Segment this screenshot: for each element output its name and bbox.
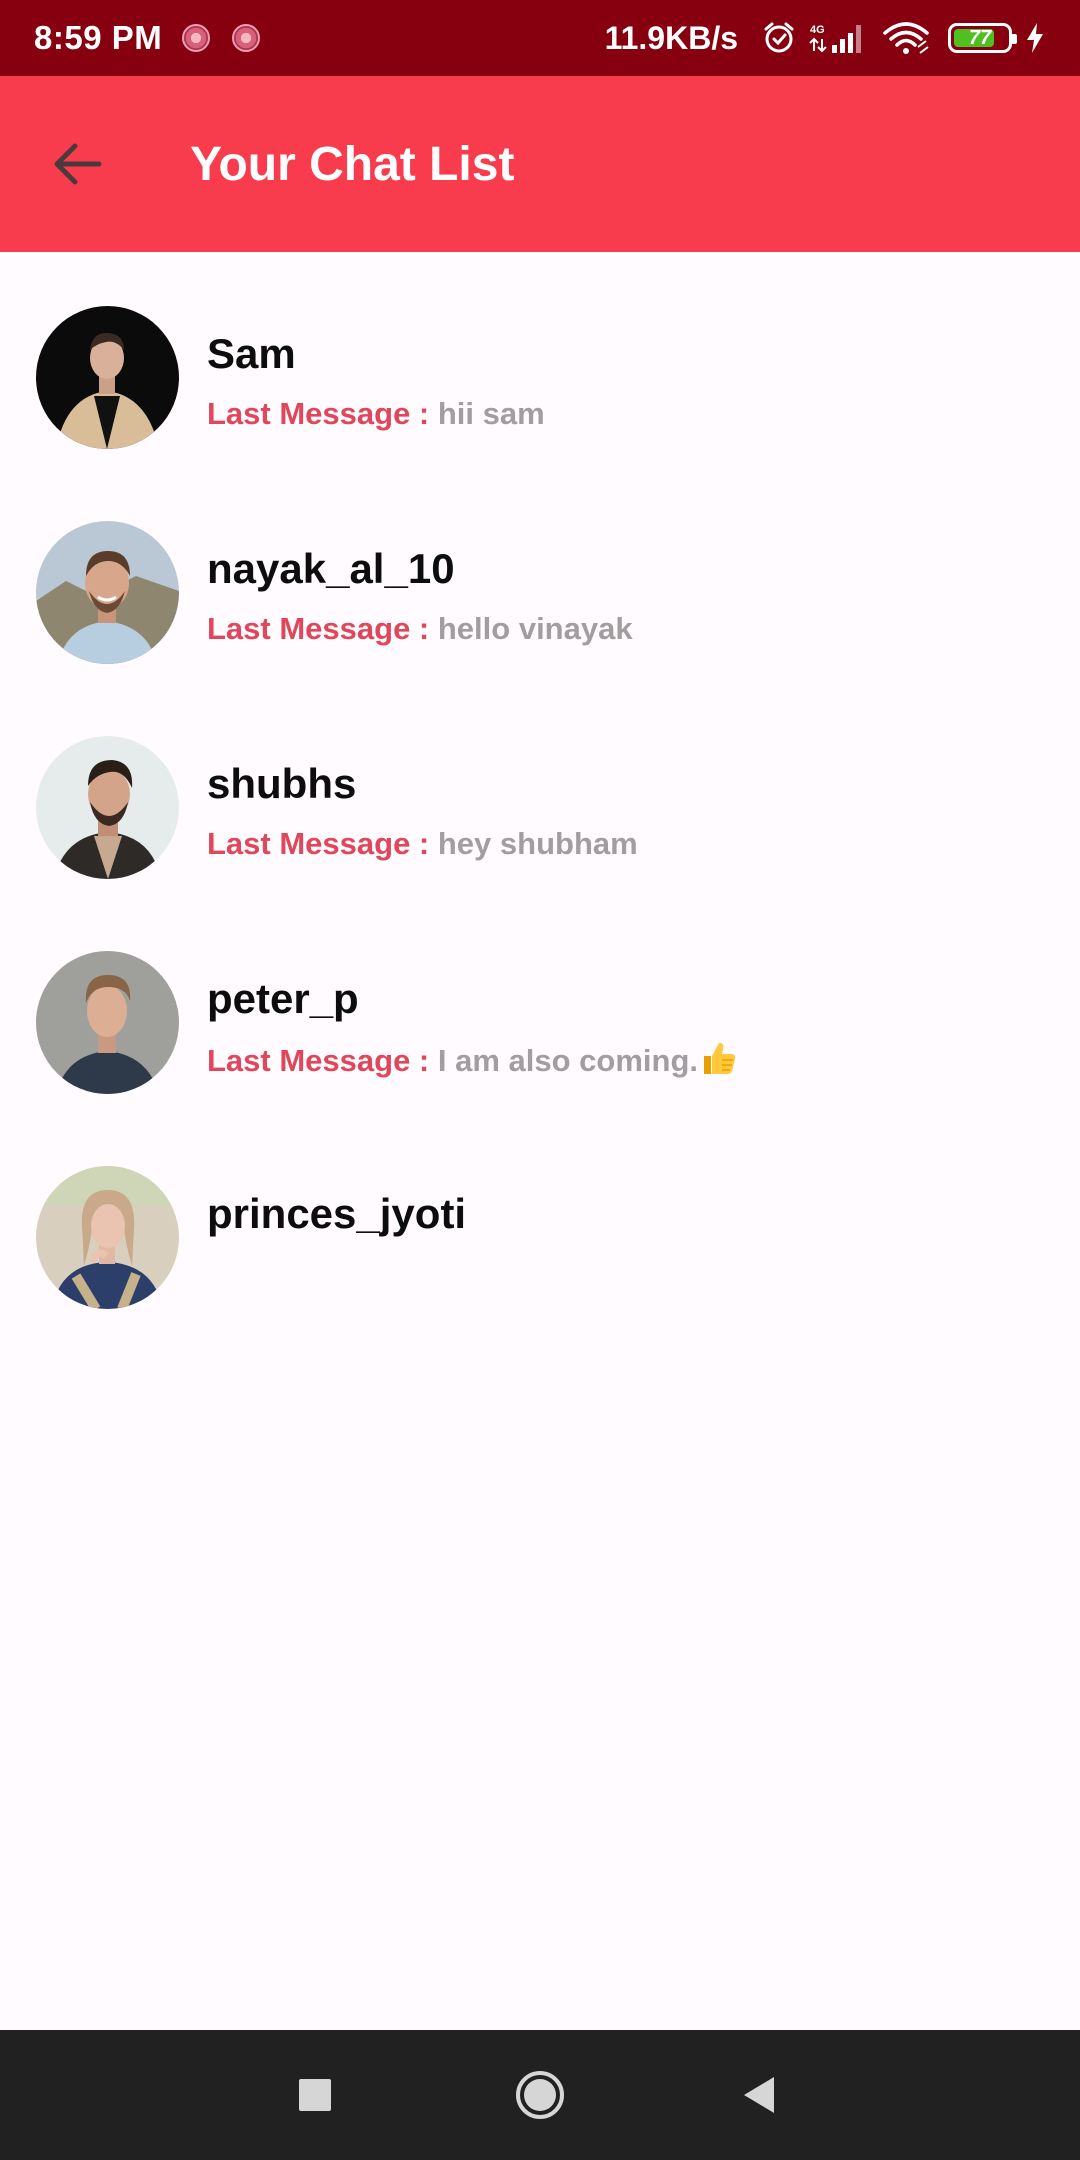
chat-text: shubhs Last Message : hey shubham	[207, 758, 638, 864]
app-bar: Your Chat List	[0, 76, 1080, 252]
notification-dot-icon	[182, 24, 211, 52]
battery-nub	[1012, 34, 1017, 44]
notification-dot-icon	[232, 24, 261, 52]
last-message-text: I am also coming.	[437, 1043, 698, 1078]
avatar	[36, 521, 179, 664]
last-message: Last Message : hii sam	[207, 394, 545, 434]
chat-item-sam[interactable]: Sam Last Message : hii sam	[0, 252, 1080, 467]
thumbs-up-icon	[700, 1039, 738, 1087]
avatar	[36, 306, 179, 449]
arrow-left-icon	[54, 143, 102, 185]
battery-icon: 77	[948, 23, 1017, 53]
avatar	[36, 736, 179, 879]
network-speed: 11.9KB/s	[604, 19, 738, 56]
avatar	[36, 1166, 179, 1309]
chat-item-peter-p[interactable]: peter_p Last Message : I am also coming.	[0, 897, 1080, 1112]
charging-icon	[1024, 21, 1046, 55]
network-type-label: 4G	[810, 24, 825, 36]
recents-square-icon	[299, 2079, 331, 2111]
chat-text: nayak_al_10 Last Message : hello vinayak	[207, 543, 633, 649]
last-message-label: Last Message :	[207, 396, 438, 431]
wifi-icon	[882, 21, 932, 55]
chat-name: nayak_al_10	[207, 545, 455, 592]
last-message: Last Message : hello vinayak	[207, 609, 633, 649]
page-title: Your Chat List	[190, 137, 515, 191]
home-circle-icon	[516, 2071, 564, 2119]
navigation-bar	[0, 2030, 1080, 2160]
last-message-label: Last Message :	[207, 826, 438, 861]
chat-text: peter_p Last Message : I am also coming.	[207, 973, 738, 1087]
chat-name: Sam	[207, 330, 296, 377]
signal-icon: 4G	[808, 21, 870, 55]
chat-text: princes_jyoti	[207, 1188, 466, 1240]
chat-name: princes_jyoti	[207, 1190, 467, 1237]
chat-item-nayak-al-10[interactable]: nayak_al_10 Last Message : hello vinayak	[0, 467, 1080, 682]
chat-item-shubhs[interactable]: shubhs Last Message : hey shubham	[0, 682, 1080, 897]
last-message-label: Last Message :	[207, 1043, 438, 1078]
status-time: 8:59 PM	[34, 19, 163, 56]
chat-text: Sam Last Message : hii sam	[207, 328, 545, 434]
last-message: Last Message : I am also coming.	[207, 1039, 738, 1087]
last-message-text: hey shubham	[437, 826, 638, 861]
last-message: Last Message : hey shubham	[207, 824, 638, 864]
status-bar: 8:59 PM 11.9KB/s 4G 77	[0, 0, 1080, 76]
chat-name: peter_p	[207, 975, 359, 1022]
battery-level: 77	[968, 26, 992, 49]
back-button[interactable]	[18, 104, 138, 224]
home-button[interactable]	[500, 2055, 580, 2135]
recents-button[interactable]	[275, 2055, 355, 2135]
last-message-text: hello vinayak	[437, 611, 633, 646]
last-message-text: hii sam	[437, 396, 545, 431]
chat-item-princes-jyoti[interactable]: princes_jyoti	[0, 1112, 1080, 1327]
avatar	[36, 951, 179, 1094]
alarm-icon	[762, 21, 796, 55]
back-triangle-icon	[744, 2077, 774, 2113]
status-icons: 11.9KB/s 4G 77	[605, 20, 1046, 57]
back-nav-button[interactable]	[720, 2055, 800, 2135]
chat-name: shubhs	[207, 760, 357, 807]
last-message-label: Last Message :	[207, 611, 438, 646]
